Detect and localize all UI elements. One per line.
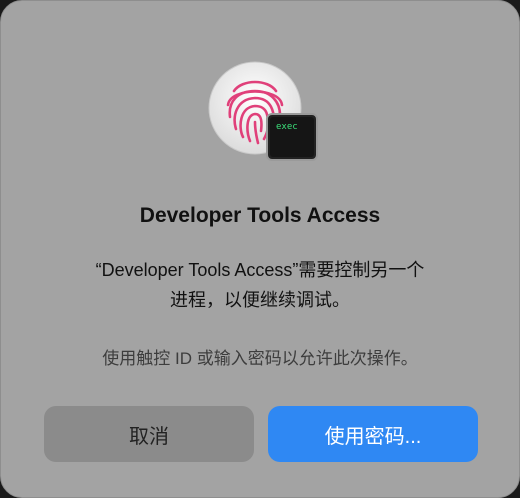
terminal-exec-text: exec bbox=[276, 122, 298, 132]
message-line-1: “Developer Tools Access”需要控制另一个 bbox=[95, 260, 425, 280]
app-icon: exec bbox=[208, 61, 318, 161]
terminal-icon: exec bbox=[266, 113, 318, 161]
authorization-dialog: exec Developer Tools Access “Developer T… bbox=[0, 0, 520, 498]
dialog-title: Developer Tools Access bbox=[139, 204, 381, 227]
use-password-button[interactable]: 使用密码... bbox=[268, 406, 478, 462]
message-line-2: 进程，以便继续调试。 bbox=[170, 290, 350, 310]
cancel-button[interactable]: 取消 bbox=[44, 406, 254, 462]
dialog-subtitle: 使用触控 ID 或输入密码以允许此次操作。 bbox=[102, 349, 418, 368]
dialog-message: “Developer Tools Access”需要控制另一个 进程，以便继续调… bbox=[41, 255, 479, 315]
